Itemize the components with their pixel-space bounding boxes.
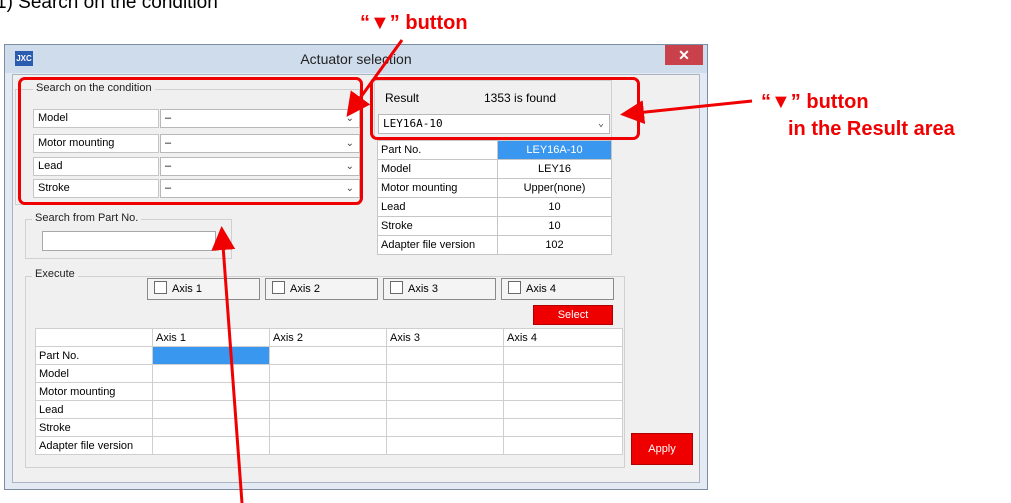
table-cell[interactable] bbox=[269, 400, 387, 419]
result-key: Stroke bbox=[377, 216, 498, 236]
table-cell[interactable] bbox=[503, 418, 623, 437]
table-cell[interactable] bbox=[152, 418, 270, 437]
dropdown-callout: “▼” button bbox=[360, 12, 468, 34]
table-row: Stroke bbox=[35, 418, 623, 437]
table-cell[interactable] bbox=[386, 346, 504, 365]
condition-highlight-box bbox=[18, 77, 363, 205]
column-header: Axis 2 bbox=[269, 328, 387, 347]
result-dropdown-callout-line1: “▼” button bbox=[761, 91, 869, 113]
row-header: Adapter file version bbox=[35, 436, 153, 455]
table-cell[interactable] bbox=[386, 418, 504, 437]
result-value: 102 bbox=[497, 235, 612, 255]
title-bar: JXC Actuator selection ✕ bbox=[5, 45, 707, 73]
table-cell[interactable] bbox=[152, 382, 270, 401]
result-value: LEY16A-10 bbox=[497, 140, 612, 160]
table-cell[interactable] bbox=[503, 400, 623, 419]
part-number-input[interactable] bbox=[42, 231, 216, 251]
column-header: Axis 3 bbox=[386, 328, 504, 347]
column-header: Axis 4 bbox=[503, 328, 623, 347]
result-value: Upper(none) bbox=[497, 178, 612, 198]
checkbox-label: Axis 3 bbox=[408, 283, 438, 295]
checkbox-icon[interactable] bbox=[272, 281, 285, 294]
table-row: Model LEY16 bbox=[377, 159, 612, 179]
table-row: Lead 10 bbox=[377, 197, 612, 217]
table-row: Stroke 10 bbox=[377, 216, 612, 236]
checkbox-icon[interactable] bbox=[508, 281, 521, 294]
execute-title: Execute bbox=[32, 268, 78, 280]
table-cell[interactable] bbox=[152, 400, 270, 419]
table-row: Part No. bbox=[35, 346, 623, 365]
corner-cell bbox=[35, 328, 153, 347]
checkbox-icon[interactable] bbox=[154, 281, 167, 294]
window-title: Actuator selection bbox=[300, 51, 412, 67]
checkbox-label: Axis 2 bbox=[290, 283, 320, 295]
result-value: LEY16 bbox=[497, 159, 612, 179]
checkbox-icon[interactable] bbox=[390, 281, 403, 294]
axis-2-checkbox[interactable]: Axis 2 bbox=[265, 278, 378, 300]
row-header: Motor mounting bbox=[35, 382, 153, 401]
row-header: Part No. bbox=[35, 346, 153, 365]
table-cell[interactable] bbox=[269, 364, 387, 383]
table-cell[interactable] bbox=[152, 346, 270, 365]
result-key: Part No. bbox=[377, 140, 498, 160]
table-cell[interactable] bbox=[269, 436, 387, 455]
table-cell[interactable] bbox=[269, 346, 387, 365]
axis-1-checkbox[interactable]: Axis 1 bbox=[147, 278, 260, 300]
search-part-title: Search from Part No. bbox=[32, 212, 142, 224]
table-row: Model bbox=[35, 364, 623, 383]
select-button[interactable]: Select bbox=[533, 305, 613, 325]
table-cell[interactable] bbox=[503, 364, 623, 383]
result-value: 10 bbox=[497, 216, 612, 236]
result-dropdown-callout-line2: in the Result area bbox=[788, 118, 955, 140]
close-button[interactable]: ✕ bbox=[665, 45, 703, 65]
result-highlight-box bbox=[370, 77, 640, 140]
table-row: Adapter file version 102 bbox=[377, 235, 612, 255]
table-cell[interactable] bbox=[386, 364, 504, 383]
table-row: Lead bbox=[35, 400, 623, 419]
row-header: Model bbox=[35, 364, 153, 383]
table-cell[interactable] bbox=[269, 382, 387, 401]
table-cell[interactable] bbox=[386, 436, 504, 455]
table-cell[interactable] bbox=[269, 418, 387, 437]
axis-3-checkbox[interactable]: Axis 3 bbox=[383, 278, 496, 300]
axis-4-checkbox[interactable]: Axis 4 bbox=[501, 278, 614, 300]
result-key: Lead bbox=[377, 197, 498, 217]
table-cell[interactable] bbox=[503, 346, 623, 365]
checkbox-label: Axis 4 bbox=[526, 283, 556, 295]
row-header: Lead bbox=[35, 400, 153, 419]
column-header: Axis 1 bbox=[152, 328, 270, 347]
result-detail-table: Part No. LEY16A-10 Model LEY16 Motor mou… bbox=[377, 140, 612, 255]
apply-button[interactable]: Apply bbox=[631, 433, 693, 465]
result-key: Adapter file version bbox=[377, 235, 498, 255]
table-row: Motor mounting bbox=[35, 382, 623, 401]
table-cell[interactable] bbox=[152, 436, 270, 455]
table-row: Motor mounting Upper(none) bbox=[377, 178, 612, 198]
table-header-row: Axis 1 Axis 2 Axis 3 Axis 4 bbox=[35, 328, 623, 347]
table-cell[interactable] bbox=[386, 400, 504, 419]
table-row: Adapter file version bbox=[35, 436, 623, 455]
checkbox-label: Axis 1 bbox=[172, 283, 202, 295]
axis-table: Axis 1 Axis 2 Axis 3 Axis 4 Part No. Mod… bbox=[35, 328, 623, 455]
table-cell[interactable] bbox=[503, 436, 623, 455]
table-cell[interactable] bbox=[503, 382, 623, 401]
table-row: Part No. LEY16A-10 bbox=[377, 140, 612, 160]
document-heading: 1) Search on the condition bbox=[0, 0, 218, 13]
table-cell[interactable] bbox=[152, 364, 270, 383]
result-key: Model bbox=[377, 159, 498, 179]
result-key: Motor mounting bbox=[377, 178, 498, 198]
row-header: Stroke bbox=[35, 418, 153, 437]
result-value: 10 bbox=[497, 197, 612, 217]
table-cell[interactable] bbox=[386, 382, 504, 401]
